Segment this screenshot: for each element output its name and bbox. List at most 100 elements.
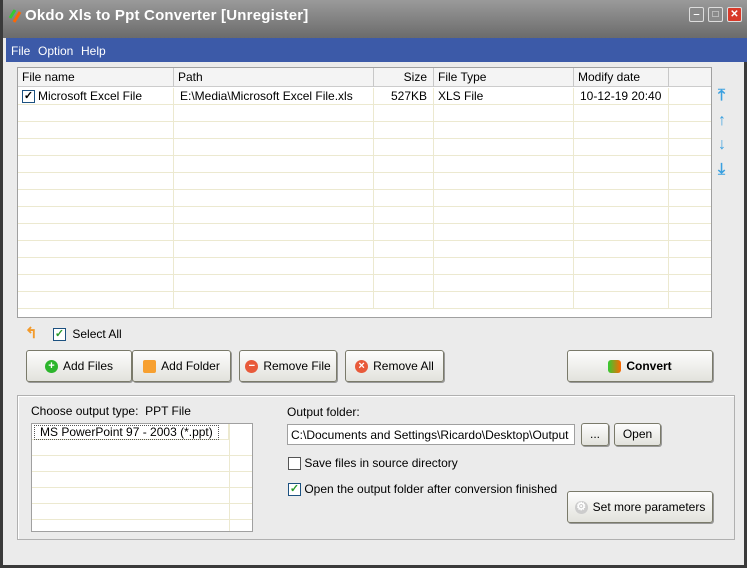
browse-button[interactable]: ... [581,423,609,446]
table-cell [18,173,174,190]
menu-option[interactable]: Option [38,44,73,58]
save-in-source-checkbox[interactable]: Save files in source directory [288,456,458,471]
move-up-icon[interactable]: ↑ [718,112,726,130]
table-row[interactable] [18,105,711,122]
open-button[interactable]: Open [614,423,661,446]
table-row[interactable] [18,190,711,207]
add-files-label: Add Files [62,359,114,373]
table-row[interactable] [18,207,711,224]
table-row[interactable] [18,292,711,309]
table-cell [574,275,669,292]
col-file-type[interactable]: File Type [434,68,574,87]
output-type-option[interactable]: MS PowerPoint 97 - 2003 (*.ppt) [34,425,219,440]
select-all-checkbox[interactable]: ✓ Select All [53,327,122,342]
set-more-parameters-button[interactable]: ⚙ Set more parameters [567,491,713,523]
table-row[interactable] [18,258,711,275]
table-cell [434,207,574,224]
minus-icon: − [245,360,259,374]
checkbox[interactable] [288,457,301,471]
table-cell [174,122,374,139]
remove-all-button[interactable]: × Remove All [345,350,444,382]
table-cell [574,241,669,258]
table-cell [18,292,174,309]
table-cell [669,292,711,309]
col-path[interactable]: Path [174,68,374,87]
maximize-button[interactable]: □ [708,7,723,22]
table-cell [574,207,669,224]
close-button[interactable]: ✕ [727,7,742,22]
col-size[interactable]: Size [374,68,434,87]
add-files-button[interactable]: + Add Files [26,350,132,382]
table-cell: 527KB [374,88,434,105]
x-circle-icon: × [355,360,369,374]
table-cell [669,275,711,292]
table-cell [174,156,374,173]
table-cell [574,105,669,122]
add-folder-label: Add Folder [161,359,220,373]
open-after-checkbox[interactable]: ✓ Open the output folder after conversio… [288,482,558,497]
row-checkbox[interactable]: ✓ [22,90,35,104]
file-list-header: File name Path Size File Type Modify dat… [18,68,711,87]
table-row[interactable] [18,139,711,156]
table-row[interactable] [18,156,711,173]
table-cell [374,173,434,190]
add-folder-button[interactable]: Add Folder [132,350,231,382]
table-cell [669,173,711,190]
table-cell [174,275,374,292]
table-cell [434,224,574,241]
output-type-list[interactable]: MS PowerPoint 97 - 2003 (*.ppt) [31,423,253,532]
table-cell [669,258,711,275]
output-type-value: PPT File [145,404,191,418]
file-list[interactable]: File name Path Size File Type Modify dat… [17,67,712,318]
table-cell [18,105,174,122]
table-cell [574,190,669,207]
file-name: Microsoft Excel File [38,89,143,103]
table-cell [174,258,374,275]
move-top-icon[interactable]: ⤒ [718,87,725,105]
table-cell [374,139,434,156]
table-cell [174,190,374,207]
open-after-label: Open the output folder after conversion … [304,482,558,496]
up-level-icon[interactable]: ↰ [25,324,38,342]
gear-icon: ⚙ [574,501,588,515]
table-row[interactable] [18,122,711,139]
table-cell [669,207,711,224]
output-type-label: Choose output type: PPT File [31,404,191,418]
table-row[interactable]: ✓ Microsoft Excel File E:\Media\Microsoft … [18,88,711,105]
convert-button[interactable]: Convert [567,350,713,382]
table-row[interactable] [18,241,711,258]
table-cell [374,258,434,275]
table-cell [374,190,434,207]
table-cell [374,224,434,241]
table-cell: 10-12-19 20:40 [574,88,669,105]
table-cell [669,156,711,173]
table-cell [18,156,174,173]
table-cell [574,173,669,190]
col-modify-date[interactable]: Modify date [574,68,669,87]
menu-file[interactable]: File [11,44,30,58]
minimize-button[interactable]: ‒ [689,7,704,22]
set-more-parameters-label: Set more parameters [592,500,706,514]
title-bar: Okdo Xls to Ppt Converter [Unregister] ‒… [3,0,747,38]
checkbox[interactable]: ✓ [53,328,66,342]
convert-icon [608,360,622,374]
output-folder-input[interactable]: C:\Documents and Settings\Ricardo\Deskto… [287,424,575,445]
menu-help[interactable]: Help [81,44,106,58]
table-row[interactable] [18,275,711,292]
table-cell [434,122,574,139]
remove-file-button[interactable]: − Remove File [239,350,337,382]
table-cell [18,139,174,156]
table-cell [434,258,574,275]
move-down-icon[interactable]: ↓ [718,136,726,154]
table-cell [18,122,174,139]
col-file-name[interactable]: File name [18,68,174,87]
table-cell [434,190,574,207]
table-row[interactable] [18,173,711,190]
table-cell [669,139,711,156]
move-bottom-icon[interactable]: ⤓ [718,161,725,179]
window-title: Okdo Xls to Ppt Converter [Unregister] [25,7,309,24]
table-cell [18,207,174,224]
table-row[interactable] [18,224,711,241]
table-cell [18,275,174,292]
checkbox[interactable]: ✓ [288,483,301,497]
